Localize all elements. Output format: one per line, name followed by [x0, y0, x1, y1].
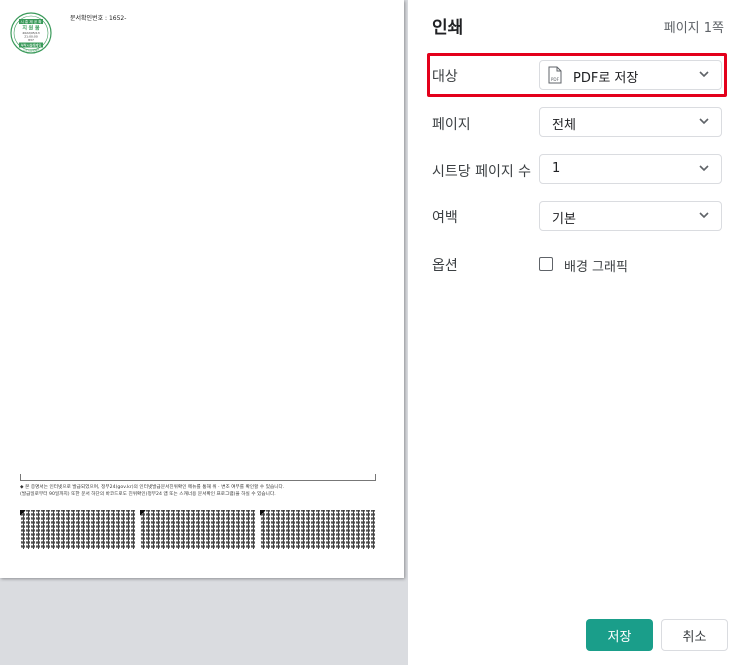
page-count: 페이지 1쪽 [663, 21, 724, 36]
destination-value: PDF로 저장 [573, 71, 639, 86]
verification-notice-line-1: ◆ 본 증명서는 인터넷으로 발급되었으며, 정부24(gov.kr)의 인터넷… [20, 485, 285, 490]
pdf-file-icon: PDF [548, 66, 562, 84]
pages-per-sheet-label: 시트당 페이지 수 [432, 164, 532, 180]
seal-text-top: 시 흥 제 공 확 [20, 19, 42, 24]
background-graphics-label[interactable]: 배경 그래픽 [564, 256, 628, 275]
options-label: 옵션 [432, 258, 458, 274]
background-graphics-checkbox[interactable] [539, 257, 553, 271]
print-preview-pane: 시 흥 제 공 확 지 원 봄 2022/05/13 21:00:00 837 … [0, 0, 408, 665]
pages-per-sheet-select[interactable]: 1 [539, 154, 722, 184]
chevron-down-icon [699, 212, 709, 219]
seal-text-code: 837 [28, 38, 34, 42]
preview-page: 시 흥 제 공 확 지 원 봄 2022/05/13 21:00:00 837 … [0, 0, 404, 578]
save-button[interactable]: 저장 [586, 619, 653, 651]
chevron-down-icon [699, 165, 709, 172]
margins-select[interactable]: 기본 [539, 201, 722, 231]
chevron-down-icon [699, 71, 709, 78]
2d-barcode-1 [20, 510, 135, 549]
verification-notice-line-2: (발급일로부터 90일까지) 또한 문서 하단의 바코드로도 진위확인(정부24… [20, 492, 276, 497]
footer-divider [20, 474, 376, 481]
print-settings-panel: 인쇄 페이지 1쪽 대상 PDF PDF로 저장 페이지 전체 시트당 페이지 … [408, 0, 744, 665]
destination-select[interactable]: PDF PDF로 저장 [539, 60, 722, 90]
pdf-file-icon-text: PDF [551, 77, 560, 82]
chevron-down-icon [699, 118, 709, 125]
2d-barcode-3 [260, 510, 375, 549]
pages-value: 전체 [552, 118, 576, 133]
destination-label: 대상 [432, 69, 458, 85]
2d-barcode-2 [140, 510, 255, 549]
seal-text-bottom: 부착시설해제임 [21, 42, 42, 47]
margins-value: 기본 [552, 212, 576, 227]
pages-select[interactable]: 전체 [539, 107, 722, 137]
official-seal-icon: 시 흥 제 공 확 지 원 봄 2022/05/13 21:00:00 837 … [10, 12, 52, 54]
pages-per-sheet-value: 1 [552, 161, 561, 176]
pages-label: 페이지 [432, 117, 471, 133]
document-number: 문서확인번호 : 1652- [70, 15, 127, 22]
margins-label: 여백 [432, 210, 458, 226]
seal-text-footer: 시흥시설해제임 [23, 49, 40, 53]
dialog-title: 인쇄 [432, 18, 464, 38]
cancel-button[interactable]: 취소 [661, 619, 728, 651]
